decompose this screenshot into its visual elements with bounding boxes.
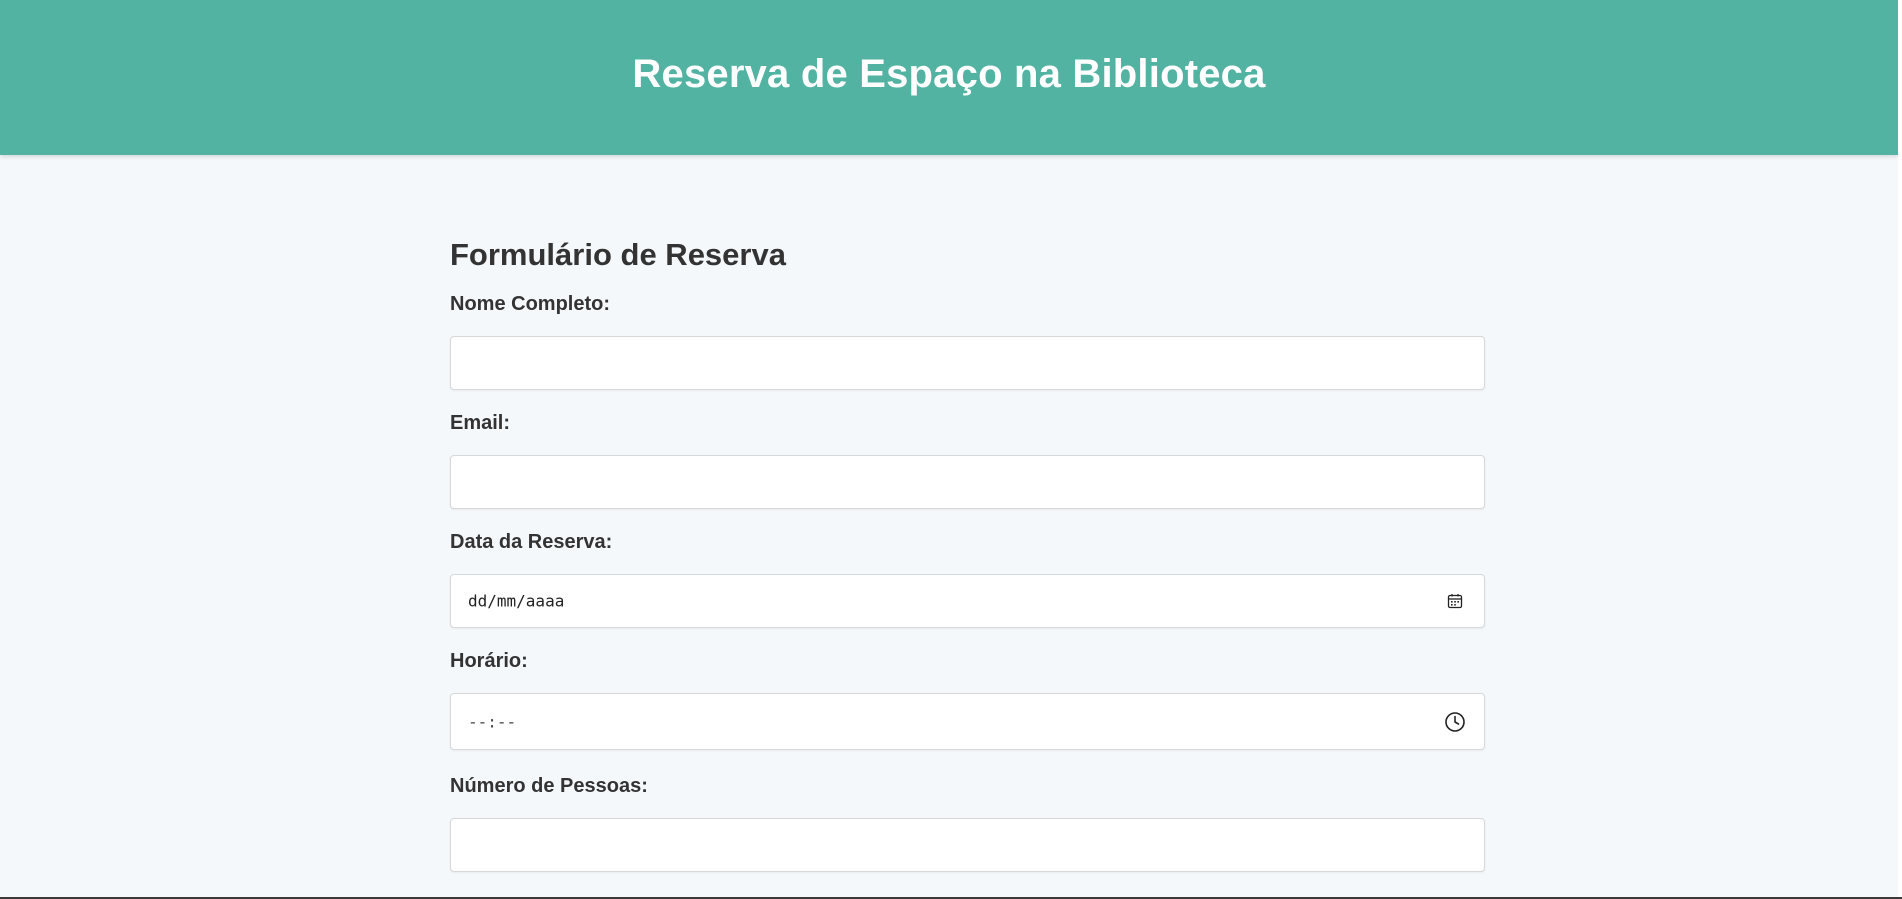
- full-name-label: Nome Completo:: [450, 293, 610, 315]
- full-name-input[interactable]: [450, 336, 1485, 390]
- people-count-label: Número de Pessoas:: [450, 775, 648, 797]
- people-count-input[interactable]: [450, 818, 1485, 872]
- reservation-form: Formulário de Reserva Nome Completo: Ema…: [450, 232, 1485, 872]
- page-header: Reserva de Espaço na Biblioteca: [0, 0, 1898, 155]
- page-title: Reserva de Espaço na Biblioteca: [632, 52, 1266, 96]
- clock-icon[interactable]: [1444, 711, 1466, 733]
- reservation-date-input[interactable]: dd/mm/aaaa: [450, 574, 1485, 628]
- time-label: Horário:: [450, 650, 528, 672]
- page-viewport: Reserva de Espaço na Biblioteca Formulár…: [0, 0, 1898, 897]
- form-title: Formulário de Reserva: [450, 237, 786, 272]
- email-input[interactable]: [450, 455, 1485, 509]
- scrollbar-track[interactable]: [1898, 0, 1902, 899]
- reservation-date-placeholder: dd/mm/aaaa: [468, 591, 565, 611]
- time-input[interactable]: --:--: [450, 693, 1485, 750]
- calendar-icon[interactable]: [1444, 590, 1466, 612]
- email-label: Email:: [450, 412, 511, 434]
- reservation-date-label: Data da Reserva:: [450, 531, 613, 553]
- time-placeholder: --:--: [468, 712, 517, 731]
